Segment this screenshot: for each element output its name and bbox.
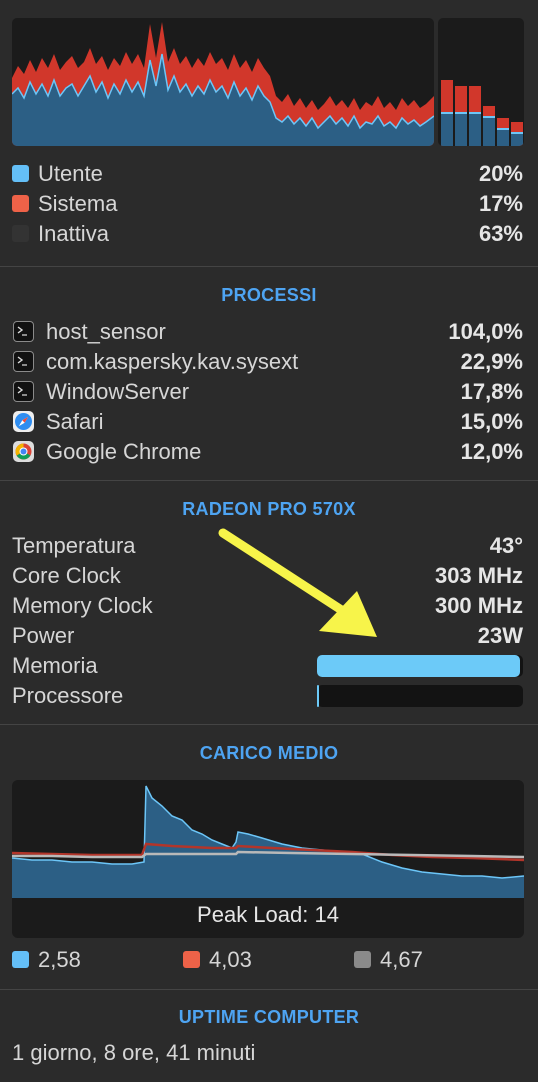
process-row[interactable]: host_sensor 104,0% <box>12 318 523 346</box>
load-15min-value: 4,67 <box>380 947 423 972</box>
gpu-memory-clock-value: 300 MHz <box>434 593 523 618</box>
gpu-title: RADEON PRO 570X <box>182 499 356 519</box>
user-color-swatch <box>12 165 29 182</box>
process-name: Google Chrome <box>46 439 202 464</box>
load-1min-swatch <box>12 951 29 968</box>
process-cpu-value: 12,0% <box>460 439 523 464</box>
load-average-graph: Peak Load: 14 <box>12 780 524 938</box>
system-color-swatch <box>12 195 29 212</box>
process-cpu-value: 15,0% <box>460 409 523 434</box>
gpu-memory-bar <box>317 655 523 677</box>
uptime-title: UPTIME COMPUTER <box>178 1007 360 1027</box>
cpu-user-row: Utente 20% <box>12 160 523 188</box>
gpu-processor-bar-fill <box>317 685 320 707</box>
divider <box>0 480 538 481</box>
process-name: Safari <box>46 409 104 434</box>
process-cpu-value: 17,8% <box>460 379 523 404</box>
safari-icon <box>13 411 34 432</box>
process-row[interactable]: com.kaspersky.kav.sysext 22,9% <box>12 348 523 376</box>
gpu-memory-clock-label: Memory Clock <box>12 593 153 618</box>
load-1min-value: 2,58 <box>38 947 81 972</box>
process-name: host_sensor <box>46 319 166 344</box>
process-row[interactable]: Safari 15,0% <box>12 408 523 436</box>
chrome-icon <box>13 441 34 462</box>
terminal-icon <box>13 351 34 372</box>
cpu-system-row: Sistema 17% <box>12 190 523 218</box>
cpu-user-label: Utente <box>38 161 103 186</box>
divider <box>0 989 538 990</box>
gpu-processor-bar <box>317 685 523 707</box>
divider <box>0 266 538 267</box>
load-5min-legend: 4,03 <box>183 946 252 974</box>
process-row[interactable]: WindowServer 17,8% <box>12 378 523 406</box>
load-15min-swatch <box>354 951 371 968</box>
terminal-icon <box>13 321 34 342</box>
gpu-power-value: 23W <box>477 623 523 648</box>
annotation-arrow-icon <box>218 528 377 637</box>
uptime-value: 1 giorno, 8 ore, 41 minuti <box>12 1040 256 1065</box>
process-name: com.kaspersky.kav.sysext <box>46 349 299 374</box>
idle-color-swatch <box>12 225 29 242</box>
load-1min-legend: 2,58 <box>12 946 81 974</box>
cpu-history-graph <box>12 18 434 146</box>
divider <box>0 724 538 725</box>
load-title: CARICO MEDIO <box>199 743 339 763</box>
cpu-system-value: 17% <box>478 191 523 216</box>
gpu-core-clock-value: 303 MHz <box>434 563 523 588</box>
gpu-memory-bar-fill <box>317 655 520 677</box>
gpu-memory-label: Memoria <box>12 653 98 678</box>
cpu-idle-label: Inattiva <box>38 221 109 246</box>
gpu-processor-label: Processore <box>12 683 124 708</box>
load-15min-legend: 4,67 <box>354 946 423 974</box>
load-5min-value: 4,03 <box>209 947 252 972</box>
cpu-idle-row: Inattiva 63% <box>12 220 523 248</box>
process-row[interactable]: Google Chrome 12,0% <box>12 438 523 466</box>
gpu-temperature-value: 43° <box>489 533 523 558</box>
load-5min-swatch <box>183 951 200 968</box>
cpu-idle-value: 63% <box>478 221 523 246</box>
cpu-core-bars <box>438 18 524 146</box>
process-cpu-value: 104,0% <box>448 319 523 344</box>
gpu-core-clock-label: Core Clock <box>12 563 121 588</box>
cpu-system-label: Sistema <box>38 191 118 216</box>
terminal-icon <box>13 381 34 402</box>
processes-title: PROCESSI <box>221 285 317 305</box>
gpu-power-label: Power <box>12 623 75 648</box>
cpu-user-value: 20% <box>478 161 523 186</box>
gpu-temperature-label: Temperatura <box>12 533 136 558</box>
process-name: WindowServer <box>46 379 190 404</box>
peak-load-label: Peak Load: 14 <box>197 902 339 927</box>
process-cpu-value: 22,9% <box>460 349 523 374</box>
